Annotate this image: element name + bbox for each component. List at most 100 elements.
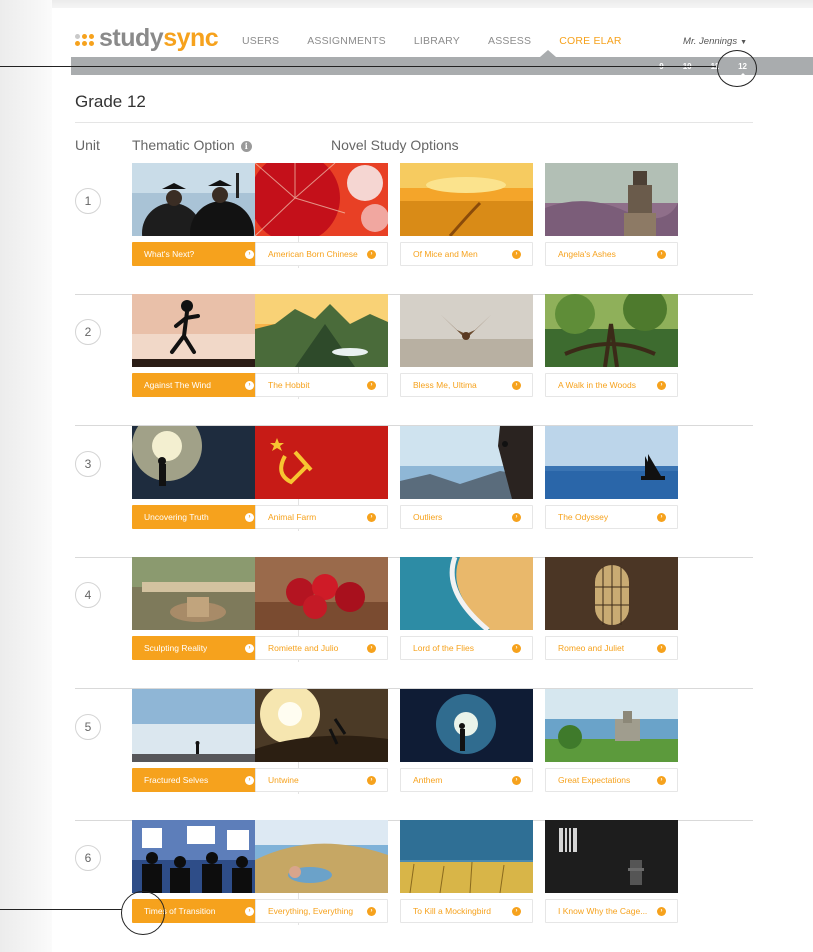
arrow-right-icon: › [245,643,254,653]
cover-image[interactable] [400,163,533,236]
info-icon[interactable]: i [240,141,252,152]
novel-card[interactable]: To Kill a Mockingbird › [400,820,533,923]
main-nav: USERS ASSIGNMENTS LIBRARY ASSESS CORE EL… [242,35,650,47]
cover-image[interactable] [132,820,265,893]
unit-row-6: 6 Times of Transition › Everything, Everyth… [75,820,753,952]
novel-card[interactable]: Angela's Ashes › [545,163,678,266]
romeo-and-juliet-button[interactable]: Romeo and Juliet › [545,636,678,660]
cover-image[interactable] [545,426,678,499]
cover-image[interactable] [255,557,388,630]
nav-assignments[interactable]: ASSIGNMENTS [307,35,386,47]
novel-card[interactable]: I Know Why the Cage... › [545,820,678,923]
thematic-card[interactable]: Sculpting Reality › [132,557,265,660]
what-s-next-button[interactable]: What's Next? › [132,242,265,266]
cover-image[interactable] [400,689,533,762]
against-the-wind-button[interactable]: Against The Wind › [132,373,265,397]
unit-number-badge: 6 [75,845,101,871]
cover-image[interactable] [132,294,265,367]
nav-assess[interactable]: ASSESS [488,35,531,47]
of-mice-and-men-button[interactable]: Of Mice and Men › [400,242,533,266]
cover-image[interactable] [132,557,265,630]
novel-card[interactable]: Everything, Everything › [255,820,388,923]
untwine-button[interactable]: Untwine › [255,768,388,792]
novel-card[interactable]: Great Expectations › [545,689,678,792]
romiette-and-julio-button[interactable]: Romiette and Julio › [255,636,388,660]
thematic-card[interactable]: Against The Wind › [132,294,265,397]
cover-image[interactable] [255,820,388,893]
cover-image[interactable] [132,426,265,499]
novel-card[interactable]: Animal Farm › [255,426,388,529]
cover-image[interactable] [255,163,388,236]
unit-number-badge: 4 [75,582,101,608]
cover-image[interactable] [255,426,388,499]
uncovering-truth-button[interactable]: Uncovering Truth › [132,505,265,529]
button-label: Uncovering Truth [144,512,209,522]
arrow-right-icon: › [512,775,521,785]
fractured-selves-button[interactable]: Fractured Selves › [132,768,265,792]
window-left-edge [0,0,52,952]
outliers-button[interactable]: Outliers › [400,505,533,529]
cover-image[interactable] [132,163,265,236]
window-top-edge [0,0,813,8]
anthem-button[interactable]: Anthem › [400,768,533,792]
sculpting-reality-button[interactable]: Sculpting Reality › [132,636,265,660]
novel-card[interactable]: A Walk in the Woods › [545,294,678,397]
cover-image[interactable] [400,426,533,499]
unit-number-badge: 2 [75,319,101,345]
cover-image[interactable] [545,689,678,762]
callout-circle [717,50,757,87]
thematic-card[interactable]: What's Next? › [132,163,265,266]
everything-everything-button[interactable]: Everything, Everything › [255,899,388,923]
cover-image[interactable] [400,294,533,367]
logo-dots-icon [75,34,94,46]
nav-users[interactable]: USERS [242,35,279,47]
the-odyssey-button[interactable]: The Odyssey › [545,505,678,529]
novel-card[interactable]: Lord of the Flies › [400,557,533,660]
unit-number-badge: 5 [75,714,101,740]
to-kill-a-mockingbird-button[interactable]: To Kill a Mockingbird › [400,899,533,923]
button-label: Great Expectations [558,775,631,785]
novel-card[interactable]: Untwine › [255,689,388,792]
thematic-card[interactable]: Uncovering Truth › [132,426,265,529]
novel-card[interactable]: Romeo and Juliet › [545,557,678,660]
arrow-right-icon: › [367,380,376,390]
american-born-chinese-button[interactable]: American Born Chinese › [255,242,388,266]
great-expectations-button[interactable]: Great Expectations › [545,768,678,792]
novel-card[interactable]: Anthem › [400,689,533,792]
cover-image[interactable] [545,294,678,367]
i-know-why-the-cage-button[interactable]: I Know Why the Cage... › [545,899,678,923]
cover-image[interactable] [400,557,533,630]
callout-circle [121,891,165,935]
novel-card[interactable]: Bless Me, Ultima › [400,294,533,397]
arrow-right-icon: › [367,906,376,916]
novel-card[interactable]: The Odyssey › [545,426,678,529]
cover-image[interactable] [255,689,388,762]
cover-image[interactable] [545,820,678,893]
novel-card[interactable]: American Born Chinese › [255,163,388,266]
novel-card[interactable]: Of Mice and Men › [400,163,533,266]
cover-image[interactable] [545,163,678,236]
nav-library[interactable]: LIBRARY [414,35,460,47]
cover-image[interactable] [132,689,265,762]
the-hobbit-button[interactable]: The Hobbit › [255,373,388,397]
animal-farm-button[interactable]: Animal Farm › [255,505,388,529]
lord-of-the-flies-button[interactable]: Lord of the Flies › [400,636,533,660]
logo-wordmark: studysync [99,24,219,52]
unit-number-badge: 3 [75,451,101,477]
angela-s-ashes-button[interactable]: Angela's Ashes › [545,242,678,266]
user-menu[interactable]: Mr. Jennings ▼ [683,36,747,47]
nav-core-elar[interactable]: CORE ELAR [559,35,621,47]
cover-image[interactable] [255,294,388,367]
cover-image[interactable] [400,820,533,893]
thematic-card[interactable]: Fractured Selves › [132,689,265,792]
bless-me-ultima-button[interactable]: Bless Me, Ultima › [400,373,533,397]
novel-card[interactable]: Romiette and Julio › [255,557,388,660]
button-label: Anthem [413,775,443,785]
arrow-right-icon: › [512,249,521,259]
a-walk-in-the-woods-button[interactable]: A Walk in the Woods › [545,373,678,397]
novel-card[interactable]: Outliers › [400,426,533,529]
studysync-logo[interactable]: studysync [75,24,219,52]
cover-image[interactable] [545,557,678,630]
novel-card[interactable]: The Hobbit › [255,294,388,397]
page-title: Grade 12 [75,92,146,111]
